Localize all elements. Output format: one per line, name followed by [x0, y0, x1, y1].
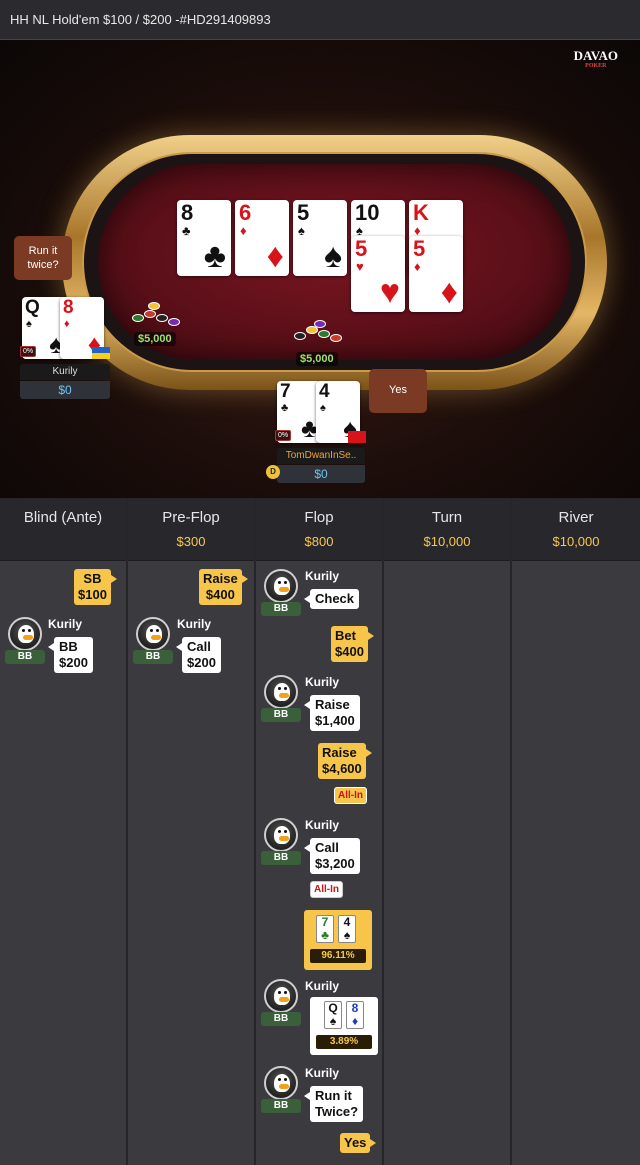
- avatar: [264, 675, 298, 709]
- board-card: 5 ♠ ♠: [293, 200, 347, 276]
- pot-amount: $5,000: [296, 352, 338, 366]
- flag-icon: [348, 431, 366, 443]
- opponent-action: Check: [303, 589, 360, 609]
- opponent-name: Kurily: [305, 1066, 340, 1080]
- position-badge: BB: [261, 602, 301, 616]
- chip-stack-icon: [130, 302, 182, 330]
- opponent-action: BB $200: [48, 637, 93, 673]
- brand-logo: DAVAO POKER: [573, 48, 618, 69]
- column-title: Turn: [431, 509, 463, 526]
- avatar: [264, 1066, 298, 1100]
- column-title: Blind (Ante): [23, 509, 103, 526]
- dealer-button: D: [266, 465, 280, 479]
- position-badge: BB: [261, 851, 301, 865]
- avatar: [8, 617, 42, 651]
- allin-badge: All-In: [334, 787, 367, 804]
- position-badge: BB: [261, 1099, 301, 1113]
- equity-label: 96.11%: [310, 949, 366, 963]
- board-card-run2: 5 ♥ ♥: [351, 236, 405, 312]
- opponent-action: Raise $1,400: [304, 695, 360, 731]
- hero-action: Raise $4,600: [318, 743, 372, 779]
- column-amount: $300: [176, 534, 206, 549]
- equity-label: 3.89%: [316, 1035, 372, 1049]
- player-equity-badge: 0%: [20, 346, 37, 357]
- player-equity-badge: 0%: [275, 430, 292, 441]
- chat-bubble-right: Yes: [369, 369, 427, 413]
- opponent-showdown: Q ♠ 8 ♦ 3.89%: [310, 997, 378, 1055]
- player-stack: $0: [20, 381, 110, 399]
- column-amount: $10,000: [423, 534, 471, 549]
- position-badge: BB: [5, 650, 45, 664]
- player-name: Kurily: [20, 364, 110, 380]
- board-card: 8 ♣ ♣: [177, 200, 231, 276]
- poker-table: DAVAO POKER 8 ♣ ♣ 6 ♦ ♦ 5 ♠ ♠ 10 ♠ K ♦ 5 ♥ ♥ 5 ♦ ♦ Ru…: [0, 40, 640, 498]
- chat-bubble-left: Run it twice?: [14, 236, 72, 280]
- player-bet-amount: $5,000: [134, 332, 176, 346]
- opponent-name: Kurily: [177, 617, 212, 631]
- allin-badge: All-In: [310, 881, 343, 898]
- avatar: [264, 818, 298, 852]
- column-title: Flop: [304, 509, 334, 526]
- column-turn: Turn $10,000: [384, 499, 511, 1165]
- column-title: River: [558, 509, 594, 526]
- opponent-name: Kurily: [48, 617, 83, 631]
- chip-stack-icon: [292, 320, 344, 348]
- opponent-name: Kurily: [305, 818, 340, 832]
- opponent-name: Kurily: [305, 675, 340, 689]
- hero-showdown: 7 ♣ 4 ♠ 96.11%: [304, 910, 372, 970]
- avatar: [264, 979, 298, 1013]
- opponent-action: Call $3,200: [304, 838, 360, 874]
- hero-action: SB $100: [74, 569, 117, 605]
- player-stack: $0: [277, 465, 365, 483]
- opponent-action: Call $200: [176, 637, 221, 673]
- hero-action: Raise $400: [199, 569, 248, 605]
- board-card-run2: 5 ♦ ♦: [409, 236, 463, 312]
- player-name: TomDwanInSe..: [277, 448, 365, 464]
- column-amount: $10,000: [552, 534, 600, 549]
- opponent-action: Run it Twice?: [303, 1086, 364, 1122]
- column-amount: $800: [304, 534, 334, 549]
- position-badge: BB: [261, 1012, 301, 1026]
- hero-action: Yes: [340, 1133, 377, 1153]
- hero-action: Bet $400: [331, 626, 374, 662]
- position-badge: BB: [133, 650, 173, 664]
- avatar: [136, 617, 170, 651]
- opponent-name: Kurily: [305, 979, 340, 993]
- flag-icon: [92, 347, 110, 359]
- opponent-name: Kurily: [305, 569, 340, 583]
- avatar: [264, 569, 298, 603]
- column-river: River $10,000: [512, 499, 640, 1165]
- position-badge: BB: [261, 708, 301, 722]
- window-title: HH NL Hold'em $100 / $200 -#HD291409893: [0, 0, 640, 40]
- board-card: 6 ♦ ♦: [235, 200, 289, 276]
- column-title: Pre-Flop: [162, 509, 220, 526]
- hand-history: Blind (Ante) Pre-Flop $300 Flop $800 Turn $…: [0, 499, 640, 1165]
